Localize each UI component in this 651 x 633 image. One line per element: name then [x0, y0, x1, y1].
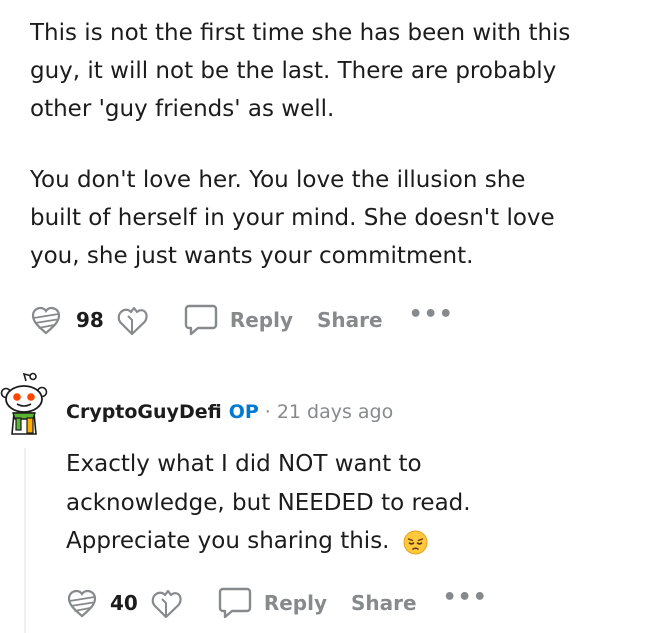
comment-icon[interactable] — [182, 301, 220, 339]
comment-meta: CryptoGuyDefi OP · 21 days ago — [66, 397, 393, 427]
timestamp-link[interactable]: 21 days ago — [277, 401, 393, 423]
avatar[interactable] — [0, 372, 50, 436]
comment-line: you, she just wants your commitment. — [30, 243, 474, 269]
reply-button[interactable]: Reply — [264, 591, 327, 615]
share-button[interactable]: Share — [351, 591, 417, 615]
thread-line[interactable] — [24, 448, 26, 633]
vote-count: 98 — [76, 308, 104, 332]
comment-line: You don't love her. You love the illusio… — [30, 167, 526, 193]
reply-button[interactable]: Reply — [230, 308, 293, 332]
comment-icon[interactable] — [216, 584, 254, 622]
share-button[interactable]: Share — [317, 308, 383, 332]
parent-comment-paragraph-2: You don't love her. You love the illusio… — [30, 161, 555, 275]
op-badge: OP — [228, 401, 259, 423]
reply-comment-body: Exactly what I did NOT want to acknowled… — [66, 445, 471, 561]
downvote-icon[interactable] — [148, 585, 184, 621]
snoo-avatar-icon — [0, 372, 48, 435]
reply-action-bar: 40 Reply Share ••• — [64, 583, 488, 623]
upvote-icon[interactable] — [28, 302, 64, 338]
more-icon[interactable]: ••• — [443, 585, 488, 610]
pensive-face-icon — [403, 529, 428, 555]
comment-line: guy, it will not be the last. There are … — [30, 58, 557, 84]
comment-line: other 'guy friends' as well. — [30, 96, 335, 122]
parent-action-bar: 98 Reply Share ••• — [28, 300, 454, 340]
downvote-icon[interactable] — [114, 302, 150, 338]
comment-line: This is not the first time she has been … — [30, 20, 571, 46]
username-link[interactable]: CryptoGuyDefi — [66, 401, 222, 423]
comment-line: Exactly what I did NOT want to — [66, 451, 422, 477]
comment-line: built of herself in your mind. She doesn… — [30, 205, 555, 231]
comment-line: acknowledge, but NEEDED to read. — [66, 489, 471, 516]
upvote-icon[interactable] — [64, 585, 100, 621]
comment-line-text: Appreciate you sharing this. — [66, 528, 390, 554]
parent-comment-paragraph-1: This is not the first time she has been … — [30, 14, 570, 128]
comment-line-with-emoji: Appreciate you sharing this. — [66, 522, 471, 561]
more-icon[interactable]: ••• — [409, 302, 454, 327]
meta-separator: · — [264, 401, 271, 423]
vote-count: 40 — [110, 591, 138, 615]
